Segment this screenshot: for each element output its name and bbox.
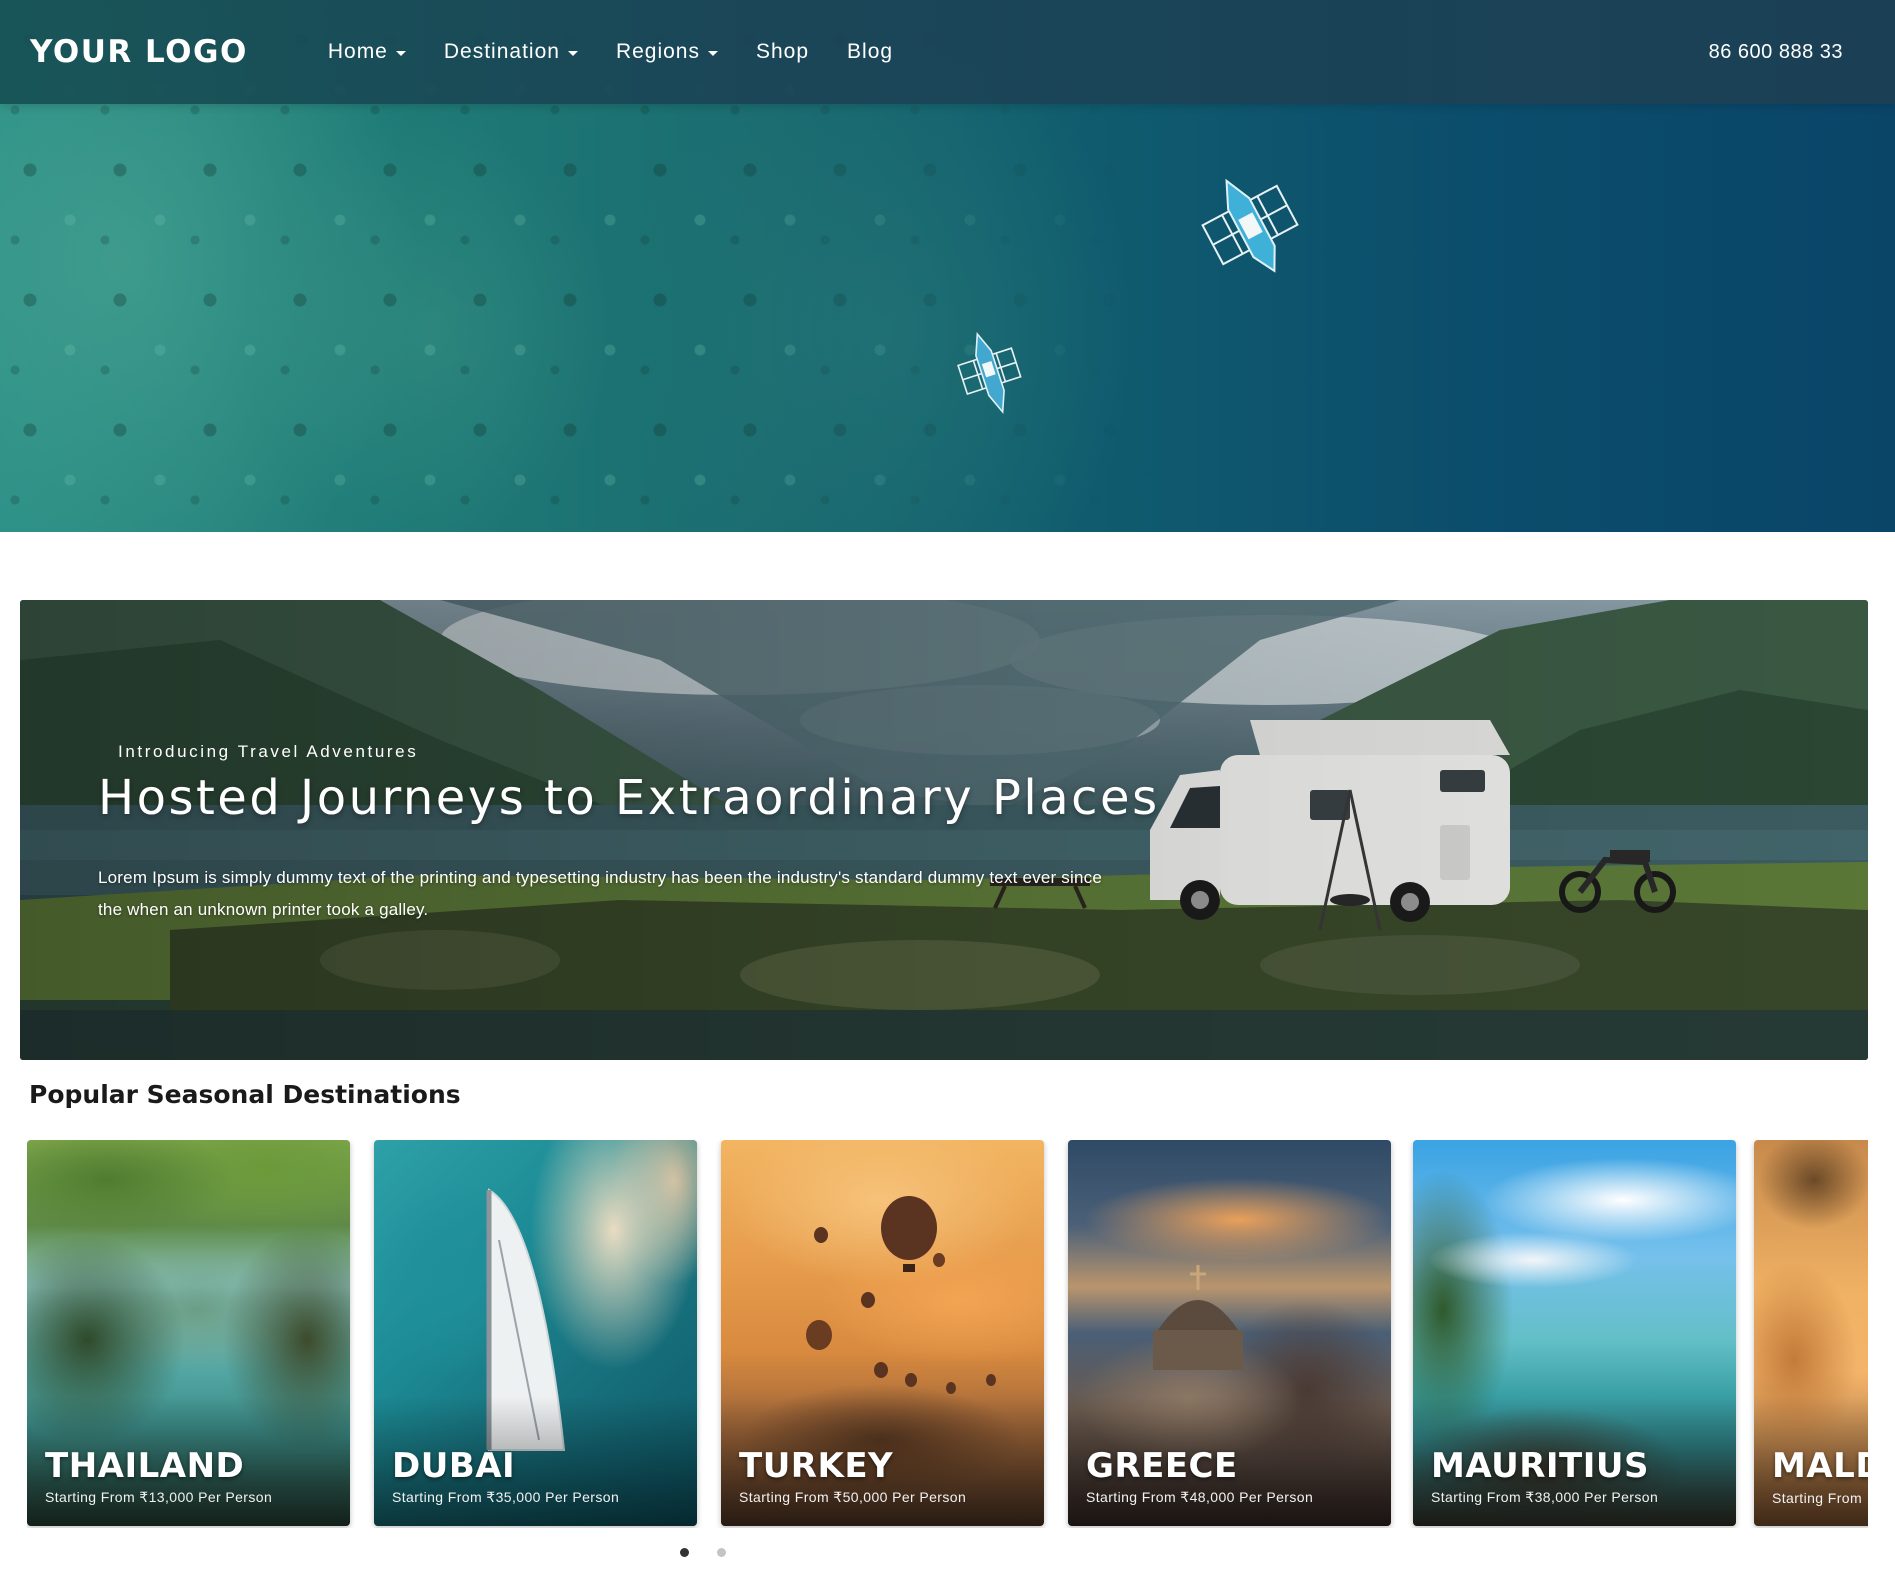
destination-name: MALD: [1772, 1446, 1868, 1486]
destination-price: Starting From ₹13,000 Per Person: [45, 1489, 273, 1505]
destination-price: Starting From ₹48,000 Per Person: [1086, 1489, 1314, 1505]
nav-item-regions[interactable]: Regions: [616, 40, 718, 64]
carousel-dot-1[interactable]: [680, 1548, 689, 1557]
nav-item-destination[interactable]: Destination: [444, 40, 578, 64]
carousel-dot-2[interactable]: [717, 1548, 726, 1557]
destination-card-dubai[interactable]: DUBAI Starting From ₹35,000 Per Person: [374, 1140, 697, 1526]
destination-card-thailand[interactable]: THAILAND Starting From ₹13,000 Per Perso…: [27, 1140, 350, 1526]
destination-price: Starting From: [1772, 1490, 1862, 1506]
nav-item-label: Home: [327, 40, 388, 63]
destination-price: Starting From ₹35,000 Per Person: [392, 1489, 620, 1505]
destination-card-mauritius[interactable]: MAURITIUS Starting From ₹38,000 Per Pers…: [1413, 1140, 1736, 1526]
nav-item-home[interactable]: Home: [328, 40, 406, 64]
banner-eyebrow: Introducing Travel Adventures: [118, 742, 419, 761]
destination-name: TURKEY: [739, 1446, 894, 1486]
destination-name: DUBAI: [392, 1446, 516, 1486]
caret-down-icon: [708, 51, 718, 56]
nav-item-label: Regions: [615, 40, 700, 63]
destinations-heading: Popular Seasonal Destinations: [29, 1080, 461, 1109]
destination-name: MAURITIUS: [1431, 1446, 1649, 1486]
destination-price: Starting From ₹50,000 Per Person: [739, 1489, 967, 1505]
nav-item-shop[interactable]: Shop: [756, 40, 809, 64]
phone-number[interactable]: 86 600 888 33: [1709, 41, 1843, 64]
destination-card-turkey[interactable]: TURKEY Starting From ₹50,000 Per Person: [721, 1140, 1044, 1526]
banner-overlay: [20, 600, 1868, 1060]
site-logo[interactable]: YOUR LOGO: [30, 34, 248, 70]
boat-small-icon: [957, 331, 1022, 415]
banner-title: Hosted Journeys to Extraordinary Places: [98, 770, 1160, 826]
church-dome-icon: [1153, 1265, 1243, 1370]
carousel-pagination: [680, 1548, 726, 1557]
destination-card-greece[interactable]: GREECE Starting From ₹48,000 Per Person: [1068, 1140, 1391, 1526]
destination-name: THAILAND: [45, 1446, 245, 1486]
nav-item-label: Blog: [847, 40, 894, 63]
destinations-carousel[interactable]: THAILAND Starting From ₹13,000 Per Perso…: [27, 1140, 1868, 1528]
destination-price: Starting From ₹38,000 Per Person: [1431, 1489, 1659, 1505]
banner-description: Lorem Ipsum is simply dummy text of the …: [98, 868, 1102, 919]
hero-section: YOUR LOGO Home Destination Regions Shop …: [0, 0, 1895, 532]
nav-item-label: Shop: [756, 40, 810, 63]
main-nav-menu: Home Destination Regions Shop Blog: [328, 40, 893, 64]
nav-item-label: Destination: [443, 40, 560, 63]
caret-down-icon: [395, 51, 406, 56]
top-navbar: YOUR LOGO Home Destination Regions Shop …: [0, 0, 1895, 104]
destination-card-maldives[interactable]: MALD Starting From: [1754, 1140, 1868, 1526]
boat-large-icon: [1201, 178, 1299, 273]
nav-item-blog[interactable]: Blog: [847, 40, 893, 64]
destination-name: GREECE: [1086, 1446, 1238, 1486]
caret-down-icon: [567, 51, 578, 56]
promo-banner: Introducing Travel Adventures Hosted Jou…: [20, 600, 1868, 1060]
